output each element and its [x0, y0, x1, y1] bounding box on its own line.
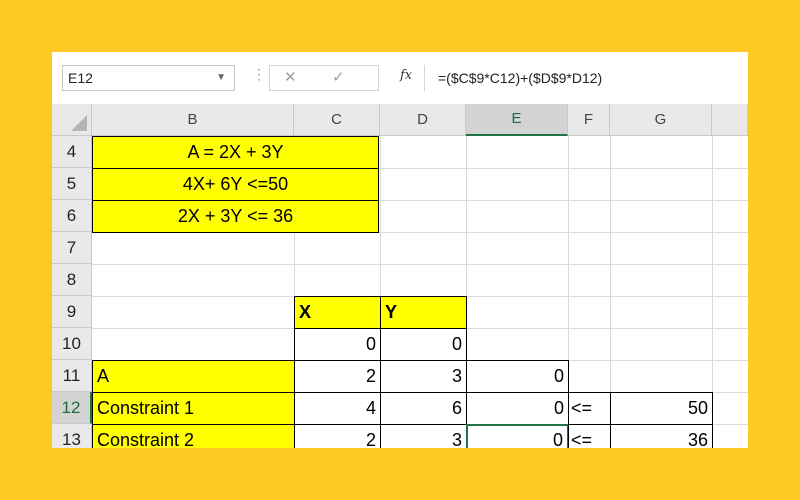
column-header-f[interactable]: F	[568, 104, 610, 136]
cell-f11[interactable]: <=	[568, 392, 611, 425]
cell-b11[interactable]: Constraint 1	[92, 392, 295, 425]
cell-b4[interactable]: A = 2X + 3Y	[92, 136, 379, 169]
cell-b10[interactable]: A	[92, 360, 295, 393]
cell-e12-active[interactable]: 0	[466, 424, 569, 448]
cell-c11[interactable]: 4	[294, 392, 381, 425]
column-header-d[interactable]: D	[380, 104, 466, 136]
cell-e11[interactable]: 0	[466, 392, 569, 425]
cell-b12[interactable]: Constraint 2	[92, 424, 295, 448]
formula-buttons: ✕ ✓	[269, 65, 379, 91]
select-all-button[interactable]	[52, 104, 92, 136]
cell-e10[interactable]: 0	[466, 360, 569, 393]
cell-g12[interactable]: 36	[610, 424, 713, 448]
formula-input[interactable]: =($C$9*C12)+($D$9*D12)	[438, 65, 602, 91]
formula-divider	[424, 65, 425, 91]
cell-d10[interactable]: 3	[380, 360, 467, 393]
cell-f12[interactable]: <=	[568, 424, 611, 448]
column-header-g[interactable]: G	[610, 104, 712, 136]
column-header-h[interactable]	[712, 104, 748, 136]
formula-bar: E12 ▼ ⋮ ✕ ✓ fx =($C$9*C12)+($D$9*D12)	[52, 52, 748, 104]
row-header-13[interactable]: 13	[52, 424, 92, 448]
row-header-4[interactable]: 4	[52, 136, 92, 168]
name-box[interactable]: E12 ▼	[62, 65, 235, 91]
cell-c9[interactable]: 0	[294, 328, 381, 361]
spreadsheet-window: E12 ▼ ⋮ ✕ ✓ fx =($C$9*C12)+($D$9*D12) B	[52, 52, 748, 448]
cell-c12[interactable]: 2	[294, 424, 381, 448]
cell-b6[interactable]: 2X + 3Y <= 36	[92, 200, 379, 233]
cell-d12[interactable]: 3	[380, 424, 467, 448]
cell-d8[interactable]: Y	[380, 296, 467, 329]
insert-function-icon[interactable]: fx	[400, 68, 412, 83]
row-header-11[interactable]: 11	[52, 360, 92, 392]
row-header-8[interactable]: 8	[52, 264, 92, 296]
row-header-5[interactable]: 5	[52, 168, 92, 200]
cancel-icon[interactable]: ✕	[284, 66, 297, 90]
enter-icon[interactable]: ✓	[332, 66, 345, 90]
cell-b5[interactable]: 4X+ 6Y <=50	[92, 168, 379, 201]
cell-d9[interactable]: 0	[380, 328, 467, 361]
row-header-7[interactable]: 7	[52, 232, 92, 264]
row-header-6[interactable]: 6	[52, 200, 92, 232]
name-box-value: E12	[68, 70, 93, 86]
row-header-9[interactable]: 9	[52, 296, 92, 328]
cell-c8[interactable]: X	[294, 296, 381, 329]
row-header-12[interactable]: 12	[52, 392, 92, 424]
column-header-c[interactable]: C	[294, 104, 380, 136]
column-header-b[interactable]: B	[92, 104, 294, 136]
drag-handle-icon[interactable]: ⋮	[252, 66, 266, 83]
cell-d11[interactable]: 6	[380, 392, 467, 425]
row-header-10[interactable]: 10	[52, 328, 92, 360]
chevron-down-icon[interactable]: ▼	[216, 66, 226, 90]
cell-g11[interactable]: 50	[610, 392, 713, 425]
cell-c10[interactable]: 2	[294, 360, 381, 393]
column-header-e[interactable]: E	[466, 104, 568, 136]
